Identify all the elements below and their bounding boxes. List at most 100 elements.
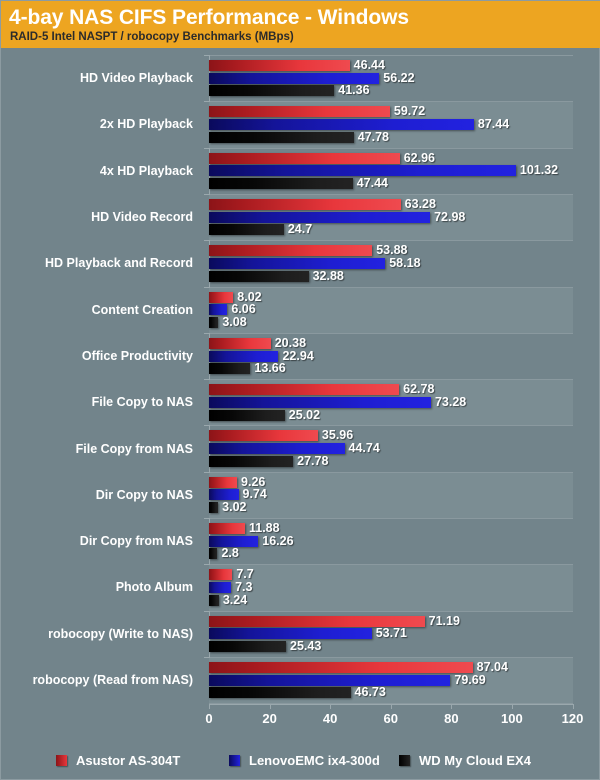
legend-item-0[interactable]: Asustor AS-304T [56, 753, 180, 768]
row-gridline [209, 471, 573, 473]
bar-1 [209, 165, 516, 177]
category-label: 4x HD Playback [99, 163, 193, 178]
bar-1 [209, 257, 386, 269]
bar-value-label: 3.24 [222, 592, 248, 607]
x-axis-tick [269, 704, 271, 709]
bar-value-label: 3.02 [222, 500, 247, 515]
bar-0 [209, 569, 233, 581]
bar-2 [209, 131, 354, 143]
row-gridline [209, 564, 573, 566]
bar-value-label: 25.43 [290, 639, 322, 653]
bar-value-label: 25.02 [288, 407, 321, 422]
bar-2 [209, 409, 285, 421]
legend-label: Asustor AS-304T [76, 753, 181, 768]
y-axis-tick [204, 193, 210, 195]
x-axis-tick [390, 704, 392, 709]
bar-2 [209, 270, 309, 282]
bar-1 [209, 304, 228, 316]
bar-2 [209, 502, 219, 514]
y-axis-tick [204, 518, 210, 519]
bar-value-label: 46.73 [354, 685, 386, 700]
chart-header: 4-bay NAS CIFS Performance - Windows RAI… [1, 1, 600, 48]
bar-1 [209, 628, 372, 640]
bar-2 [209, 641, 287, 652]
x-axis-tick-label: 20 [262, 711, 277, 726]
y-axis-tick [204, 610, 210, 612]
chart-subtitle: RAID-5 Intel NASPT / robocopy Benchmarks… [10, 31, 294, 43]
bar-value-label: 72.98 [434, 209, 466, 224]
bar-1 [209, 396, 431, 408]
x-axis-tick-label: 80 [444, 711, 459, 726]
bar-value-label: 41.36 [338, 83, 370, 98]
bar-value-label: 13.66 [254, 361, 286, 376]
bar-2 [209, 85, 335, 97]
bar-value-label: 2.8 [221, 546, 239, 561]
bar-0 [209, 523, 245, 534]
bar-value-label: 20.38 [274, 335, 307, 350]
chart-container: 4-bay NAS CIFS Performance - Windows RAI… [0, 0, 600, 780]
bar-value-label: 9.74 [242, 487, 267, 502]
category-label: 2x HD Playback [99, 117, 193, 132]
bar-1 [209, 72, 380, 84]
legend-label: WD My Cloud EX4 [419, 753, 531, 768]
bar-2 [209, 224, 284, 236]
bar-value-label: 44.74 [348, 441, 380, 456]
y-axis-tick [204, 471, 210, 473]
legend-item-1[interactable]: LenovoEMC ix4-300d [229, 753, 380, 768]
bar-0 [209, 661, 473, 673]
x-axis-tick [209, 704, 210, 709]
category-label: robocopy (Write to NAS) [48, 626, 193, 641]
row-gridline [209, 332, 573, 334]
bar-1 [209, 211, 431, 223]
category-label: Photo Album [115, 580, 193, 595]
y-axis-tick [204, 147, 210, 149]
bar-0 [209, 430, 318, 442]
bar-value-label: 63.28 [404, 196, 436, 211]
bar-2 [209, 316, 219, 328]
bar-value-label: 53.71 [375, 626, 407, 641]
category-label: Office Productivity [81, 348, 193, 363]
bar-value-label: 71.19 [428, 613, 460, 628]
row-gridline [209, 193, 573, 195]
bar-value-label: 79.69 [454, 672, 486, 687]
legend-swatch-icon [56, 755, 67, 766]
bar-0 [209, 615, 425, 627]
y-axis-tick [204, 332, 210, 334]
row-gridline [209, 656, 573, 658]
category-label: Dir Copy from NAS [79, 534, 193, 549]
y-axis-tick [204, 55, 210, 56]
y-axis-tick [204, 425, 210, 427]
bar-value-label: 7.3 [235, 580, 253, 594]
bar-0 [209, 476, 238, 488]
chart-legend: Asustor AS-304T LenovoEMC ix4-300d WD My C… [1, 753, 600, 775]
bar-value-label: 16.26 [262, 533, 294, 548]
category-label: HD Video Record [91, 210, 193, 225]
legend-item-2[interactable]: WD My Cloud EX4 [399, 753, 531, 768]
bar-value-label: 101.32 [519, 163, 559, 178]
bar-value-label: 87.04 [476, 659, 508, 674]
bar-2 [209, 687, 351, 699]
bar-value-label: 7.7 [236, 567, 254, 582]
bar-value-label: 56.22 [383, 70, 415, 85]
row-gridline [209, 101, 573, 103]
category-label: File Copy from NAS [75, 441, 193, 456]
legend-label: LenovoEMC ix4-300d [249, 753, 380, 768]
row-gridline [209, 518, 573, 519]
bar-0 [209, 337, 271, 349]
row-band [209, 286, 573, 333]
bar-value-label: 58.18 [389, 255, 421, 270]
row-gridline [209, 425, 573, 427]
bar-value-label: 73.28 [434, 394, 467, 409]
row-gridline [209, 286, 573, 288]
x-axis-tick-label: 40 [322, 711, 338, 726]
bar-0 [209, 384, 400, 396]
bar-2 [209, 455, 294, 467]
y-axis-tick [204, 286, 210, 288]
x-axis-tick-label: 120 [561, 711, 584, 726]
y-axis-tick [204, 656, 210, 658]
bar-1 [209, 119, 474, 130]
y-axis-tick [204, 564, 210, 566]
legend-swatch-icon [229, 755, 240, 766]
category-label: File Copy to NAS [91, 395, 193, 410]
bar-2 [209, 178, 353, 189]
